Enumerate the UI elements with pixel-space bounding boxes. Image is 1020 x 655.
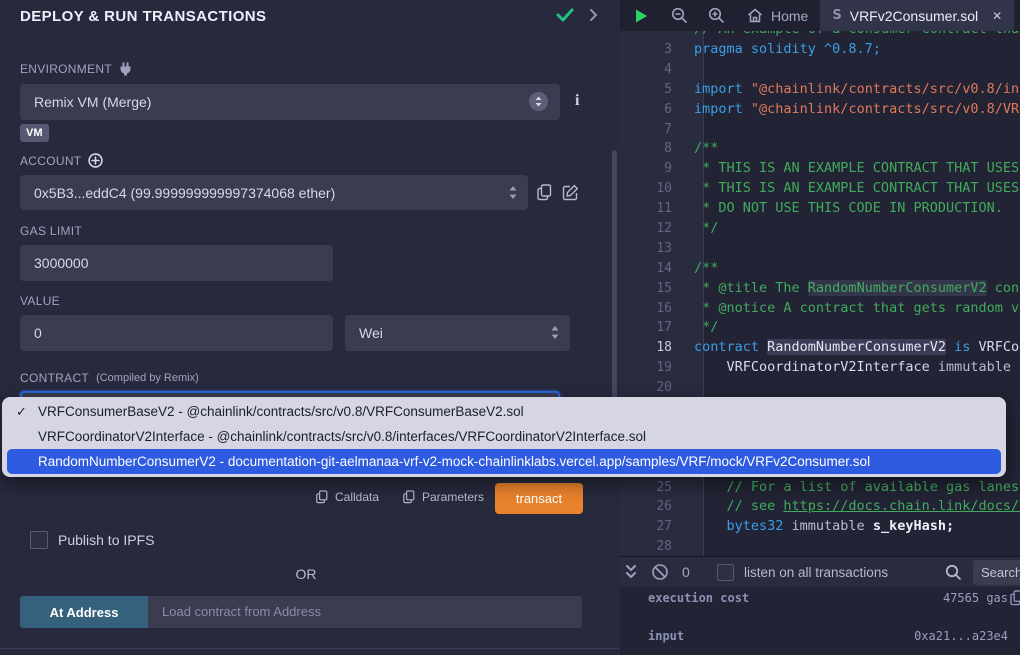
contract-option[interactable]: ✓VRFConsumerBaseV2 - @chainlink/contract… (7, 399, 1001, 424)
terminal-row: input0xa21...a23e4 (648, 629, 1008, 645)
code-line-2[interactable]: // An example of a consumer contract tha… (620, 31, 1020, 40)
terminal-row: execution cost47565 gas (648, 591, 1008, 607)
clear-console-icon[interactable] (651, 563, 669, 581)
code-line-11[interactable]: 11 * DO NOT USE THIS CODE IN PRODUCTION. (620, 199, 1020, 219)
pending-tx-count: 0 (682, 564, 690, 580)
code-line-26[interactable]: 26 // see https://docs.chain.link/docs/v… (620, 497, 1020, 517)
code-line-9[interactable]: 9 * THIS IS AN EXAMPLE CONTRACT THAT USE… (620, 159, 1020, 179)
value-input[interactable] (20, 315, 333, 351)
deploy-action-row: Calldata Parameters transact (0, 483, 583, 514)
tab-home[interactable]: Home (735, 0, 820, 31)
contract-option[interactable]: VRFCoordinatorV2Interface - @chainlink/c… (7, 424, 1001, 449)
code-line-19[interactable]: 19 VRFCoordinatorV2Interface immutable C… (620, 358, 1020, 378)
environment-label: ENVIRONMENT (20, 62, 132, 76)
copy-icon (403, 490, 415, 504)
tab-vrfv2consumer[interactable]: S VRFv2Consumer.sol ✕ (820, 0, 1014, 31)
code-line-7[interactable]: 7 (620, 120, 1020, 140)
gas-limit-label: GAS LIMIT (20, 224, 82, 238)
value-label: VALUE (20, 294, 60, 308)
plus-circle-icon[interactable] (88, 153, 103, 168)
terminal-search-icon (945, 564, 962, 581)
close-tab-icon[interactable]: ✕ (992, 9, 1002, 23)
code-line-20[interactable]: 20 (620, 378, 1020, 398)
compile-success-check-icon (555, 7, 575, 23)
code-line-5[interactable]: 5import "@chainlink/contracts/src/v0.8/i… (620, 80, 1020, 100)
home-icon (747, 8, 763, 23)
info-icon[interactable]: i (575, 92, 579, 110)
code-line-18[interactable]: 18contract RandomNumberConsumerV2 is VRF… (620, 338, 1020, 358)
code-area[interactable]: // An example of a consumer contract tha… (620, 31, 1020, 556)
listen-all-checkbox[interactable] (717, 564, 734, 581)
terminal-collapse-icon[interactable] (624, 564, 638, 580)
terminal-body: execution cost47565 gas input0xa21...a23e… (620, 587, 1020, 655)
at-address-button[interactable]: At Address (20, 596, 148, 628)
or-divider-label: OR (0, 566, 612, 582)
updown-circle-icon (529, 92, 548, 111)
parameters-button[interactable]: Parameters (403, 490, 484, 504)
code-line-25[interactable]: 25 // For a list of available gas lanes … (620, 478, 1020, 498)
account-value: 0x5B3...eddC4 (99.999999999997374068 eth… (34, 185, 335, 201)
account-select[interactable]: 0x5B3...eddC4 (99.999999999997374068 eth… (20, 175, 528, 210)
environment-select[interactable]: Remix VM (Merge) (20, 84, 560, 120)
run-script-icon[interactable] (620, 0, 661, 31)
remix-ide: DEPLOY & RUN TRANSACTIONS ENVIRONMENT Re… (0, 0, 1020, 655)
deploy-run-panel: DEPLOY & RUN TRANSACTIONS ENVIRONMENT Re… (0, 0, 620, 655)
value-unit-select[interactable]: Wei (345, 315, 570, 351)
select-arrows-icon (508, 185, 518, 200)
code-line-16[interactable]: 16 * @notice A contract that gets random… (620, 299, 1020, 319)
editor-tab-bar: Home S VRFv2Consumer.sol ✕ (620, 0, 1020, 31)
check-icon: ✓ (16, 399, 27, 424)
code-line-6[interactable]: 6import "@chainlink/contracts/src/v0.8/V… (620, 100, 1020, 120)
copy-icon (316, 490, 328, 504)
select-arrows-icon (550, 325, 560, 340)
code-line-10[interactable]: 10 * THIS IS AN EXAMPLE CONTRACT THAT US… (620, 179, 1020, 199)
code-line-14[interactable]: 14/** (620, 259, 1020, 279)
plug-icon (119, 62, 132, 76)
tab-file-label: VRFv2Consumer.sol (850, 8, 978, 24)
account-label: ACCOUNT (20, 153, 103, 168)
value-unit: Wei (359, 325, 383, 341)
at-address-input[interactable] (148, 596, 582, 628)
terminal-search-input[interactable] (973, 560, 1020, 585)
copy-icon[interactable] (1010, 590, 1020, 606)
edit-account-icon[interactable] (562, 184, 579, 201)
code-line-3[interactable]: 3pragma solidity ^0.8.7; (620, 40, 1020, 60)
panel-expand-chevron-icon[interactable] (589, 8, 598, 22)
contract-dropdown-popup: ✓VRFConsumerBaseV2 - @chainlink/contract… (2, 397, 1006, 477)
code-line-27[interactable]: 27 bytes32 immutable s_keyHash; (620, 517, 1020, 537)
tab-home-label: Home (771, 8, 808, 24)
calldata-button[interactable]: Calldata (316, 490, 379, 504)
contract-option[interactable]: RandomNumberConsumerV2 - documentation-g… (7, 449, 1001, 474)
copy-account-icon[interactable] (537, 184, 552, 201)
code-line-15[interactable]: 15 * @title The RandomNumberConsumerV2 c… (620, 279, 1020, 299)
environment-value: Remix VM (Merge) (34, 94, 151, 110)
code-line-12[interactable]: 12 */ (620, 219, 1020, 239)
code-line-13[interactable]: 13 (620, 239, 1020, 259)
code-line-4[interactable]: 4 (620, 60, 1020, 80)
editor-pane: Home S VRFv2Consumer.sol ✕ // An example… (620, 0, 1020, 655)
zoom-in-icon[interactable] (698, 0, 735, 31)
panel-divider (0, 648, 620, 649)
listen-all-label: listen on all transactions (744, 565, 888, 580)
code-line-28[interactable]: 28 (620, 537, 1020, 557)
code-line-8[interactable]: 8/** (620, 139, 1020, 159)
gas-limit-input[interactable] (20, 245, 333, 281)
terminal-toolbar: 0 listen on all transactions (620, 556, 1020, 587)
contract-label: CONTRACT (Compiled by Remix) (20, 371, 199, 385)
zoom-out-icon[interactable] (661, 0, 698, 31)
code-line-17[interactable]: 17 */ (620, 318, 1020, 338)
publish-ipfs-checkbox[interactable] (30, 531, 48, 549)
panel-title: DEPLOY & RUN TRANSACTIONS (20, 8, 266, 25)
solidity-file-icon: S (832, 8, 841, 23)
vm-badge: VM (20, 124, 49, 142)
publish-ipfs-label: Publish to IPFS (58, 532, 155, 548)
transact-button[interactable]: transact (495, 483, 583, 514)
